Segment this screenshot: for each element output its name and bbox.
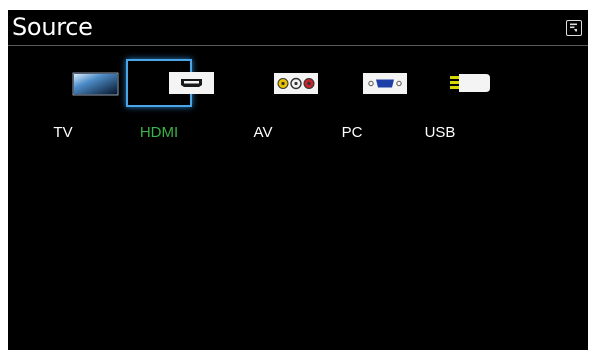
source-tile-usb[interactable] — [407, 59, 490, 107]
source-tile-tv[interactable] — [30, 59, 119, 107]
usb-icon — [450, 74, 490, 92]
source-label-tv: TV — [53, 124, 73, 141]
source-item-pc[interactable]: PC — [319, 59, 407, 145]
source-label-av: AV — [253, 124, 273, 141]
source-screen: Source TV HDMI AV PC USB — [8, 10, 588, 350]
source-item-usb[interactable]: USB — [407, 59, 490, 145]
source-tile-av[interactable] — [230, 59, 318, 107]
source-item-tv[interactable]: TV — [30, 59, 119, 145]
source-label-pc: PC — [341, 124, 363, 141]
source-tile-pc[interactable] — [319, 59, 407, 107]
source-label-hdmi: HDMI — [139, 124, 179, 141]
source-item-hdmi[interactable]: HDMI — [126, 59, 214, 145]
source-label-usb: USB — [424, 124, 456, 141]
source-tile-hdmi[interactable] — [126, 59, 214, 107]
hdmi-icon — [169, 72, 214, 94]
source-item-av[interactable]: AV — [230, 59, 318, 145]
source-list: TV HDMI AV PC USB — [8, 10, 588, 150]
tv-icon — [72, 72, 119, 96]
